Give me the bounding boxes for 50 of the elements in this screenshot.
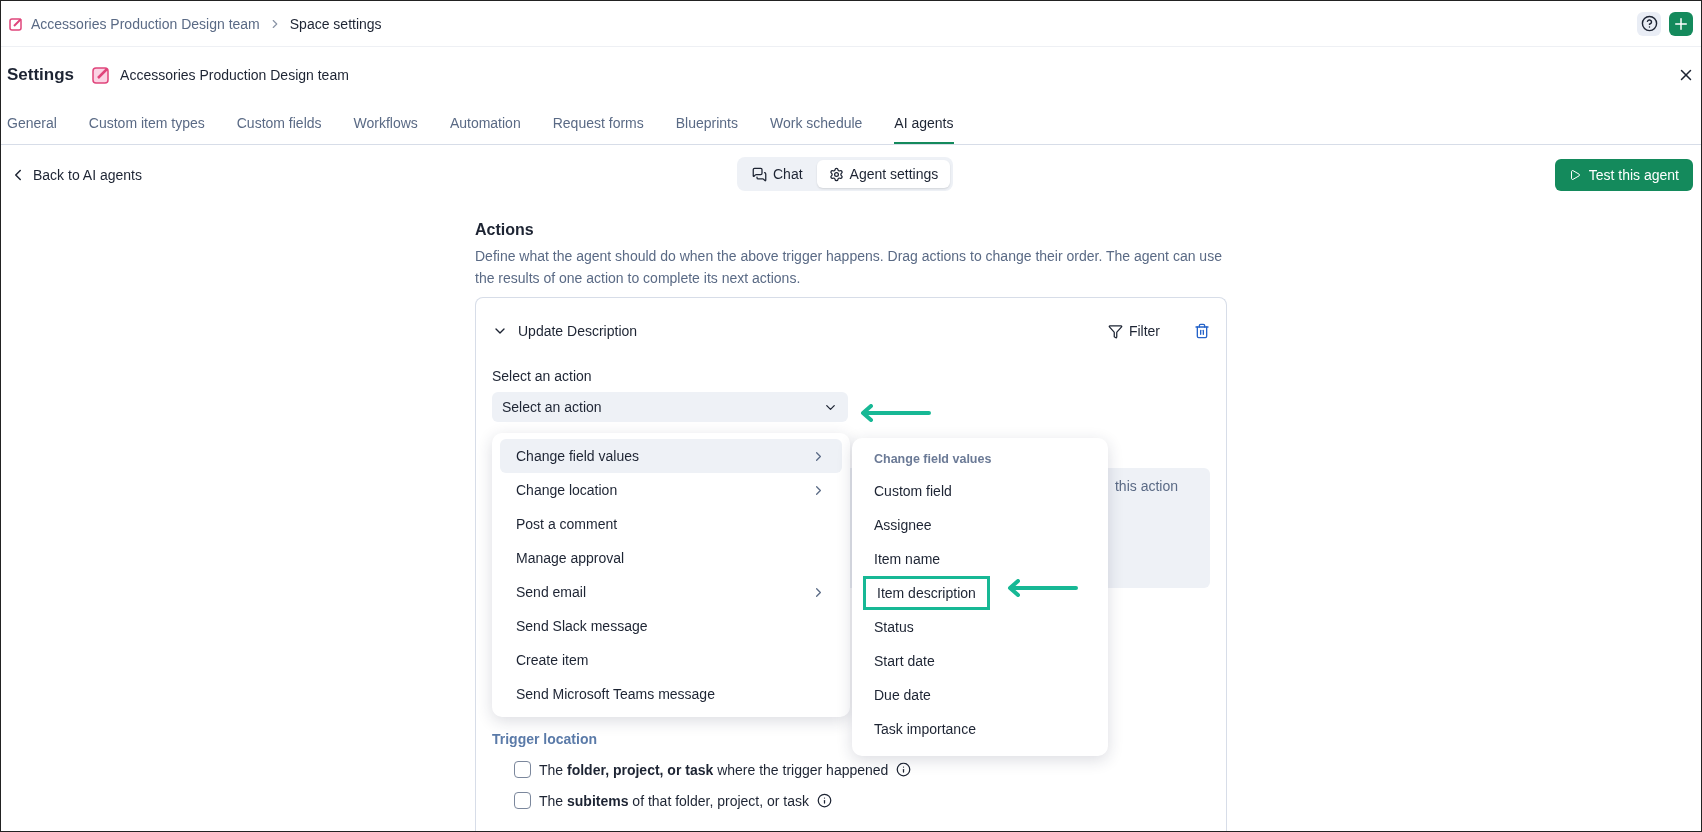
filter-button[interactable]: Filter	[1101, 322, 1166, 340]
breadcrumb-current: Space settings	[289, 15, 382, 32]
checkbox[interactable]	[514, 792, 531, 809]
view-toggle-button[interactable]: Agent settings	[816, 160, 951, 188]
delete-icon[interactable]	[1194, 323, 1210, 339]
menu-item[interactable]: Send Slack message	[500, 609, 842, 643]
pencil-square-icon	[92, 66, 111, 84]
note-text: this action	[1114, 478, 1178, 496]
breadcrumb-link[interactable]: Accessories Production Design team	[31, 15, 260, 32]
test-agent-button[interactable]: Test this agent	[1554, 159, 1693, 191]
filter-icon	[1107, 323, 1123, 339]
field-label: Select an action	[492, 368, 593, 384]
play-icon	[1568, 169, 1581, 181]
settings-tab[interactable]: Request forms	[552, 103, 644, 144]
checkbox[interactable]	[514, 761, 531, 778]
space-name: Accessories Production Design team	[120, 67, 349, 83]
settings-icon	[828, 166, 844, 182]
menu-item[interactable]: Post a comment	[500, 507, 842, 541]
submenu-item[interactable]: Item description	[863, 576, 990, 610]
settings-tab[interactable]: Automation	[449, 103, 521, 144]
section-title: Actions	[475, 221, 535, 239]
menu-item[interactable]: Send email	[500, 575, 842, 609]
action-title: Update Description	[518, 323, 638, 339]
menu-item[interactable]: Manage approval	[500, 541, 842, 575]
add-button[interactable]	[1669, 11, 1693, 36]
page-title: Settings	[7, 65, 75, 85]
back-link[interactable]: Back to AI agents	[9, 166, 142, 184]
settings-tab[interactable]: AI agents	[894, 103, 954, 144]
settings-tab[interactable]: Custom item types	[88, 103, 205, 144]
subsection-title: Trigger location	[492, 731, 598, 747]
section-description: Define what the agent should do when the above trigger happens. Drag actions to change their order. The agent can use the results of one action to complete its next actions.	[475, 247, 1223, 288]
info-icon[interactable]	[896, 762, 912, 777]
settings-tab[interactable]: Custom fields	[236, 103, 322, 144]
help-button[interactable]	[1637, 11, 1661, 36]
menu-item[interactable]: Change field values	[500, 439, 842, 473]
settings-tab[interactable]: Work schedule	[770, 103, 863, 144]
info-icon[interactable]	[817, 793, 833, 808]
pencil-square-icon	[9, 16, 23, 31]
submenu-heading: Change field values	[873, 451, 993, 468]
option-label: The folder, project, or task where the trigger happened	[539, 761, 889, 778]
menu-item[interactable]: Create item	[500, 643, 842, 677]
view-toggle-button[interactable]: Chat	[740, 160, 815, 188]
settings-tab[interactable]: Workflows	[353, 103, 418, 144]
settings-tab[interactable]: General	[7, 103, 57, 144]
action-select[interactable]: Select an action	[492, 392, 848, 422]
menu-item[interactable]: Change location	[500, 473, 842, 507]
menu-item[interactable]: Send Microsoft Teams message	[500, 677, 842, 711]
option-label: The subitems of that folder, project, or task	[539, 792, 810, 809]
settings-tab[interactable]: Blueprints	[675, 103, 738, 144]
chat-icon	[752, 166, 767, 182]
